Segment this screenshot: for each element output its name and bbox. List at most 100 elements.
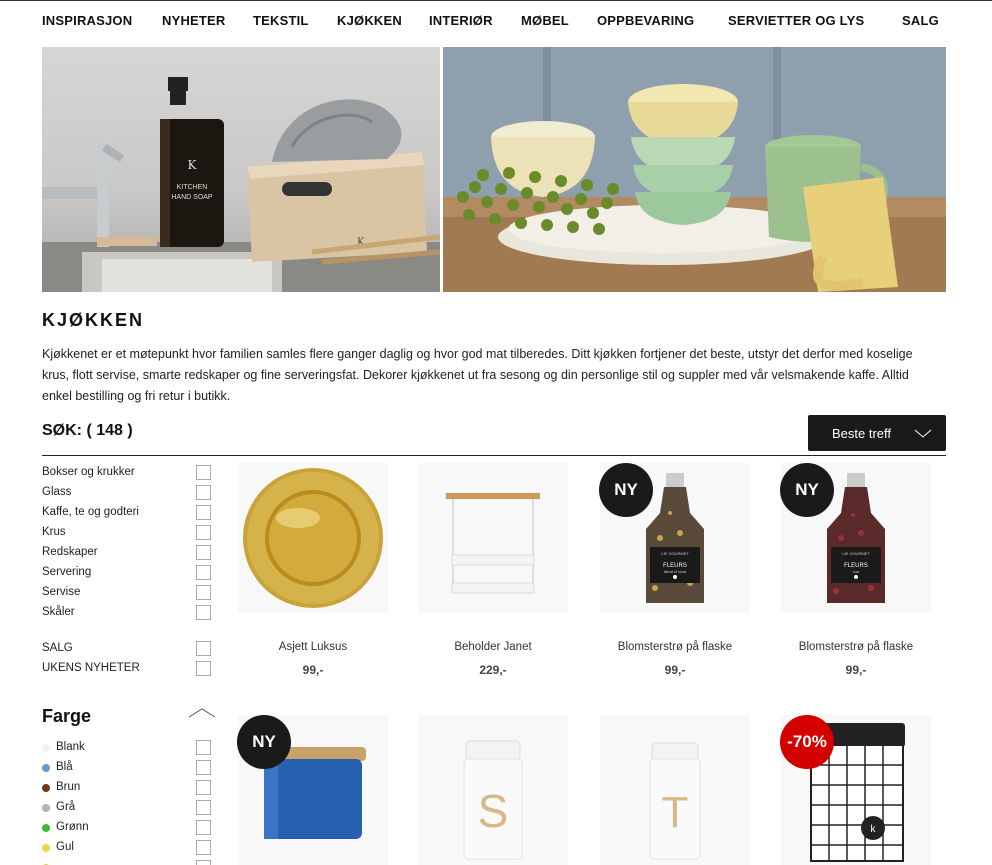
new-badge: NY (237, 715, 291, 769)
color-label: Gul (56, 841, 74, 853)
filter-checkbox[interactable] (196, 800, 211, 815)
product-price: 99,- (302, 663, 324, 677)
product-price: 229,- (479, 663, 507, 677)
color-filter-gronn[interactable]: Grønn (42, 818, 212, 838)
color-filter-brun[interactable]: Brun (42, 778, 212, 798)
main-navigation: INSPIRASJON NYHETER TEKSTIL KJØKKEN INTE… (0, 13, 992, 31)
nav-tekstil[interactable]: TEKSTIL (253, 13, 309, 28)
product-name[interactable]: Blomsterstrø på flaske (590, 641, 760, 653)
product-price: 99,- (664, 663, 686, 677)
filter-checkbox[interactable] (196, 860, 211, 865)
color-filter-gra[interactable]: Grå (42, 798, 212, 818)
nav-salg[interactable]: SALG (902, 13, 939, 28)
color-filter-gul[interactable]: Gul (42, 838, 212, 858)
svg-text:S: S (478, 785, 509, 837)
filter-checkbox[interactable] (196, 760, 211, 775)
color-label: Grønn (56, 821, 89, 833)
nav-kjokken[interactable]: KJØKKEN (337, 13, 402, 28)
nav-servietter-og-lys[interactable]: SERVIETTER OG LYS (728, 13, 864, 28)
nav-mobel[interactable]: MØBEL (521, 13, 569, 28)
color-swatch (42, 784, 50, 792)
color-filter-blank[interactable]: Blank (42, 738, 212, 758)
color-swatch (42, 764, 50, 772)
color-label: Brun (56, 781, 81, 793)
filter-label: Krus (42, 526, 66, 538)
filter-checkbox[interactable] (196, 641, 211, 656)
svg-text:LIE GOURMET: LIE GOURMET (661, 551, 689, 556)
filter-checkbox[interactable] (196, 820, 211, 835)
filter-checkbox[interactable] (196, 661, 211, 676)
color-filter-partial[interactable] (42, 858, 212, 865)
filter-kaffe-te-og-godteri[interactable]: Kaffe, te og godteri (42, 503, 212, 523)
color-swatch (42, 804, 50, 812)
nav-oppbevaring[interactable]: OPPBEVARING (597, 13, 694, 28)
filter-bokser-og-krukker[interactable]: Bokser og krukker (42, 463, 212, 483)
product-name[interactable]: Beholder Janet (408, 641, 578, 653)
chevron-up-icon[interactable] (188, 708, 216, 718)
product-image-white-rack[interactable] (418, 463, 568, 613)
filter-checkbox[interactable] (196, 565, 211, 580)
svg-text:FLEURS: FLEURS (663, 563, 687, 569)
svg-text:K: K (188, 158, 198, 172)
filter-krus[interactable]: Krus (42, 523, 212, 543)
filter-checkbox[interactable] (196, 605, 211, 620)
filter-checkbox[interactable] (196, 505, 211, 520)
product-image-gold-plate[interactable] (238, 463, 388, 613)
filter-ukens-nyheter[interactable]: UKENS NYHETER (42, 659, 212, 679)
product-name[interactable]: Blomsterstrø på flaske (771, 641, 941, 653)
sort-label: Beste treff (832, 426, 892, 441)
filter-label: Glass (42, 486, 72, 498)
filter-checkbox[interactable] (196, 465, 211, 480)
color-label: Blå (56, 761, 73, 773)
svg-text:T: T (662, 788, 689, 837)
filter-salg[interactable]: SALG (42, 639, 212, 659)
nav-inspirasjon[interactable]: INSPIRASJON (42, 13, 132, 28)
svg-text:KITCHEN: KITCHEN (177, 184, 208, 191)
nav-nyheter[interactable]: NYHETER (162, 13, 226, 28)
filter-checkbox[interactable] (196, 485, 211, 500)
filter-checkbox[interactable] (196, 525, 211, 540)
filter-checkbox[interactable] (196, 780, 211, 795)
results-divider (42, 455, 946, 456)
svg-text:bleuet et souci: bleuet et souci (664, 570, 687, 574)
discount-badge: -70% (780, 715, 834, 769)
filter-label: Servering (42, 566, 92, 578)
filter-redskaper[interactable]: Redskaper (42, 543, 212, 563)
svg-text:rose: rose (853, 570, 860, 574)
svg-text:HAND SOAP: HAND SOAP (171, 194, 213, 201)
svg-text:FLEURS: FLEURS (844, 563, 868, 569)
filter-servering[interactable]: Servering (42, 563, 212, 583)
product-image-jar-t[interactable]: T (600, 715, 750, 865)
sort-dropdown[interactable]: Beste treff (808, 415, 946, 451)
filter-label: UKENS NYHETER (42, 662, 140, 674)
filter-label: SALG (42, 642, 73, 654)
color-filter-bla[interactable]: Blå (42, 758, 212, 778)
filter-label: Servise (42, 586, 81, 598)
product-name[interactable]: Asjett Luksus (228, 641, 398, 653)
category-title: KJØKKEN (42, 310, 145, 330)
hero-banner: K KITCHEN HAND SOAP K (42, 47, 946, 292)
color-swatch (42, 824, 50, 832)
filter-label: Redskaper (42, 546, 98, 558)
filter-checkbox[interactable] (196, 840, 211, 855)
hero-image-kitchen-sink: K KITCHEN HAND SOAP K (42, 47, 440, 292)
filter-skaler[interactable]: Skåler (42, 603, 212, 623)
filter-servise[interactable]: Servise (42, 583, 212, 603)
filter-label: Bokser og krukker (42, 466, 135, 478)
nav-interior[interactable]: INTERIØR (429, 13, 493, 28)
filter-glass[interactable]: Glass (42, 483, 212, 503)
filter-checkbox[interactable] (196, 545, 211, 560)
search-count: SØK: ( 148 ) (42, 422, 133, 439)
svg-text:LIE GOURMET: LIE GOURMET (842, 551, 870, 556)
color-swatch (42, 844, 50, 852)
color-label: Blank (56, 741, 85, 753)
filter-checkbox[interactable] (196, 740, 211, 755)
color-filter-title: Farge (42, 706, 92, 726)
hero-image-tableware (443, 47, 946, 292)
color-swatch (42, 744, 50, 752)
filter-checkbox[interactable] (196, 585, 211, 600)
filter-label: Skåler (42, 606, 75, 618)
product-image-jar-s[interactable]: S (418, 715, 568, 865)
top-border (0, 0, 992, 1)
new-badge: NY (780, 463, 834, 517)
